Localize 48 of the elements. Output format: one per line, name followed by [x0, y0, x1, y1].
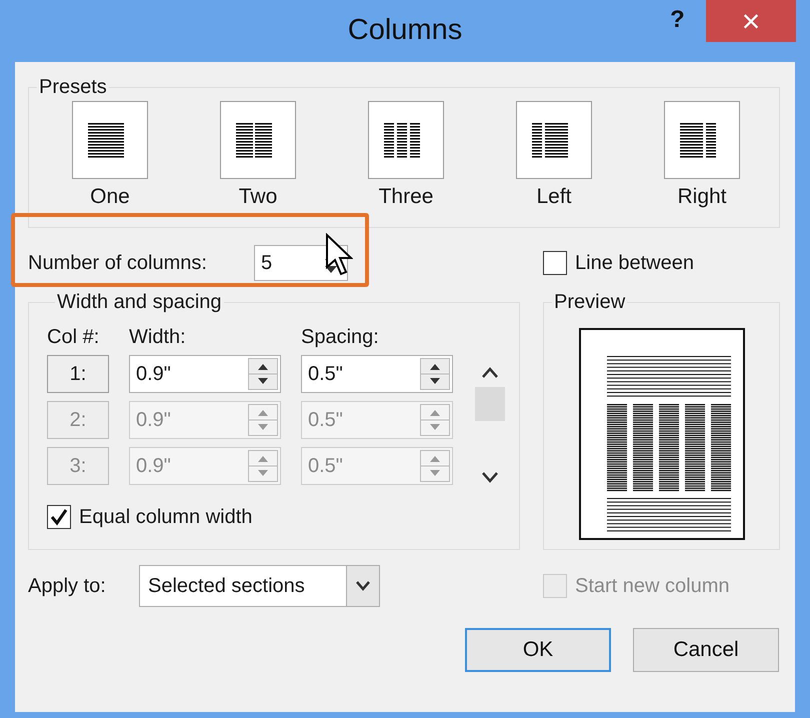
- field-label: Number of columns:: [28, 252, 208, 274]
- group-label: Presets: [38, 76, 108, 99]
- spacing-field: 0.5": [301, 447, 453, 485]
- spacing-field: 0.5": [301, 401, 453, 439]
- spacing-field[interactable]: 0.5": [301, 355, 453, 393]
- scroll-down-icon: [481, 471, 499, 485]
- dialog-button[interactable]: Cancel: [633, 628, 779, 672]
- group-label: Width and spacing: [56, 291, 223, 314]
- checkbox-label: Line between: [575, 252, 694, 274]
- equal-column-width-checkbox[interactable]: [47, 505, 71, 529]
- column-number: 2:: [47, 401, 109, 439]
- dropdown-arrow-icon: [346, 566, 379, 606]
- scroll-up-icon: [481, 365, 499, 379]
- column-layout-icon: [220, 101, 296, 179]
- width-field: 0.9": [129, 401, 281, 439]
- column-number: 3:: [47, 447, 109, 485]
- column-layout-icon: [516, 101, 592, 179]
- column-layout-icon: [72, 101, 148, 179]
- column-header: Width:: [129, 326, 187, 349]
- width-field[interactable]: 0.9": [129, 355, 281, 393]
- spin-arrows-icon: [248, 358, 278, 390]
- preset-button[interactable]: Left: [516, 101, 592, 209]
- width-field: 0.9": [129, 447, 281, 485]
- spin-arrows-icon: [420, 358, 450, 390]
- preset-button[interactable]: Three: [368, 101, 444, 209]
- line-between-checkbox[interactable]: [543, 251, 567, 275]
- preset-button[interactable]: One: [72, 101, 148, 209]
- close-button[interactable]: ×: [706, 0, 796, 42]
- preset-button[interactable]: Right: [664, 101, 740, 209]
- mouse-cursor-icon: [325, 233, 353, 277]
- window-title: Columns: [348, 14, 462, 46]
- spin-arrows-icon: [248, 404, 278, 436]
- column-header: Col #:: [47, 326, 100, 349]
- spin-arrows-icon: [420, 404, 450, 436]
- column-layout-icon: [368, 101, 444, 179]
- field-label: Apply to:: [28, 574, 107, 598]
- column-number: 1:: [47, 355, 109, 393]
- group-label: Preview: [553, 291, 626, 314]
- checkbox-label: Start new column: [575, 574, 730, 598]
- column-layout-icon: [664, 101, 740, 179]
- preset-button[interactable]: Two: [220, 101, 296, 209]
- spin-arrows-icon: [420, 450, 450, 482]
- column-header: Spacing:: [301, 326, 379, 349]
- help-button[interactable]: ?: [666, 6, 689, 34]
- dialog-button[interactable]: OK: [465, 628, 611, 672]
- apply-to-dropdown[interactable]: Selected sections: [139, 565, 380, 607]
- checkbox-label: Equal column width: [79, 506, 252, 528]
- spin-arrows-icon: [248, 450, 278, 482]
